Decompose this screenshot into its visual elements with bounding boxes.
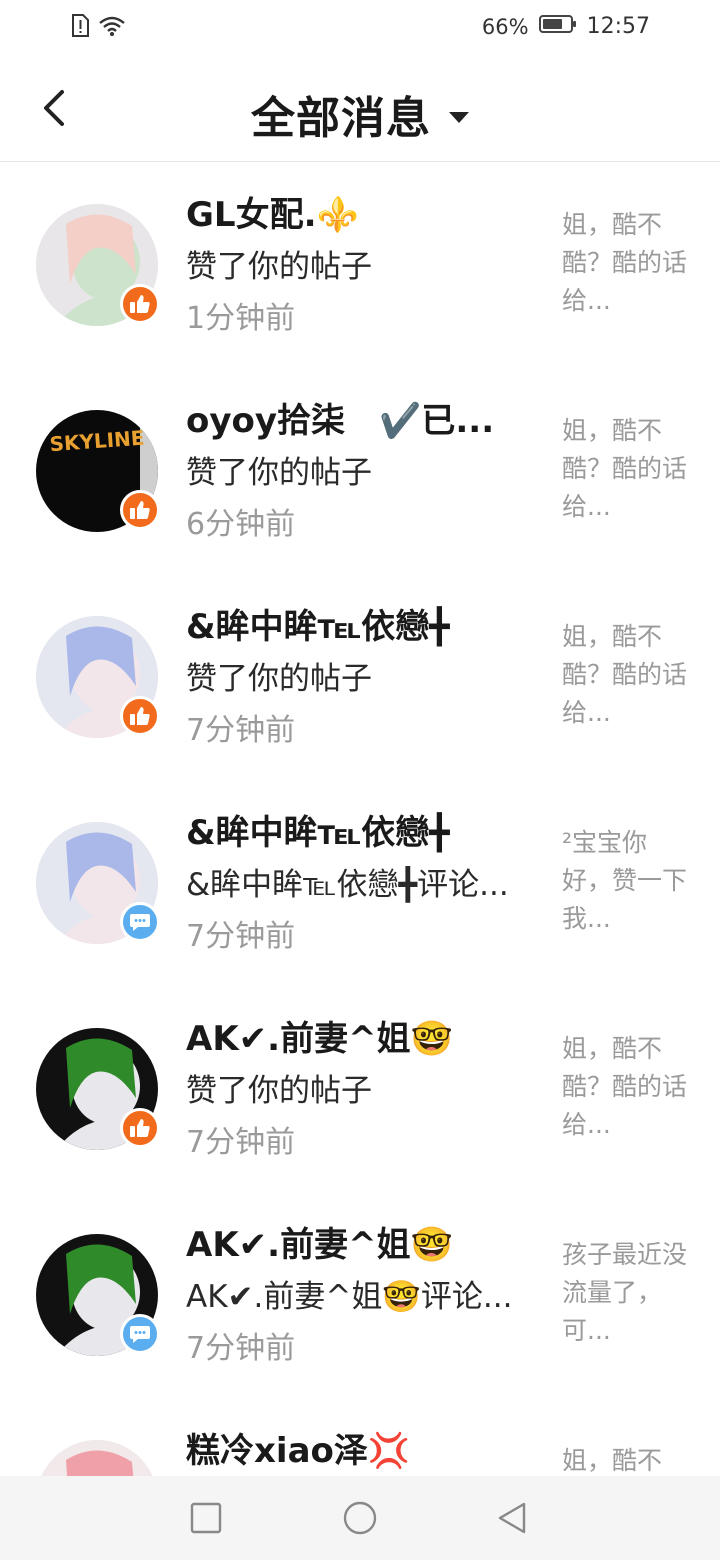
avatar-wrapper[interactable] <box>36 1028 160 1150</box>
sender-name[interactable]: AK✔.前妻^姐🤓 <box>186 1014 536 1064</box>
sender-name[interactable]: &眸中眸℡依戀╋ <box>186 808 536 858</box>
notification-type-badge <box>120 284 160 324</box>
notification-type-badge <box>120 490 160 530</box>
battery-percent: 66% <box>481 14 529 39</box>
sender-name[interactable]: 糕冷xiao泽💢 <box>186 1426 536 1476</box>
message-action: 赞了你的帖子 <box>186 661 372 697</box>
clock: 12:57 <box>586 14 650 39</box>
avatar-wrapper[interactable] <box>36 616 160 738</box>
recents-button[interactable] <box>186 1498 226 1538</box>
message-time: 7分钟前 <box>186 919 296 954</box>
status-bar: 66% 12:57 <box>0 0 720 56</box>
message-time: 7分钟前 <box>186 713 296 748</box>
comment-icon <box>130 1326 150 1343</box>
like-icon <box>130 707 150 725</box>
avatar-wrapper[interactable] <box>36 822 160 944</box>
notification-type-badge <box>120 902 160 942</box>
message-action: &眸中眸℡依戀╋评论... <box>186 867 509 903</box>
message-texts: GL女配.⚜️ 赞了你的帖子 1分钟前 <box>186 190 536 344</box>
sender-name[interactable]: AK✔.前妻^姐🤓 <box>186 1220 536 1270</box>
post-preview[interactable]: 姐，酷不 <box>562 1442 690 1476</box>
notification-type-badge <box>120 696 160 736</box>
post-preview[interactable]: 姐，酷不酷？酷的话给... <box>562 1030 690 1144</box>
message-action: 赞了你的帖子 <box>186 455 372 491</box>
home-button[interactable] <box>340 1498 380 1538</box>
message-texts: &眸中眸℡依戀╋ 赞了你的帖子 7分钟前 <box>186 602 536 756</box>
avatar-wrapper[interactable] <box>36 1234 160 1356</box>
message-list[interactable]: GL女配.⚜️ 赞了你的帖子 1分钟前 姐，酷不酷？酷的话给... SKYLIN… <box>0 162 720 1476</box>
message-time: 7分钟前 <box>186 1125 296 1160</box>
post-preview[interactable]: ²宝宝你好，赞一下我... <box>562 824 690 938</box>
comment-icon <box>130 914 150 931</box>
message-texts: &眸中眸℡依戀╋ &眸中眸℡依戀╋评论... 7分钟前 <box>186 808 536 962</box>
notification-type-badge <box>120 1108 160 1148</box>
avatar[interactable] <box>36 1440 158 1476</box>
message-texts: AK✔.前妻^姐🤓 赞了你的帖子 7分钟前 <box>186 1014 536 1168</box>
status-left <box>70 14 126 42</box>
message-texts: AK✔.前妻^姐🤓 AK✔.前妻^姐🤓评论... 7分钟前 <box>186 1220 536 1374</box>
message-action: AK✔.前妻^姐🤓评论... <box>186 1279 513 1315</box>
triangle-back-icon <box>498 1502 526 1534</box>
message-time: 6分钟前 <box>186 507 296 542</box>
sim-alert-icon <box>70 14 90 42</box>
post-preview[interactable]: 姐，酷不酷？酷的话给... <box>562 412 690 526</box>
message-action: 赞了你的帖子 <box>186 1073 372 1109</box>
message-row[interactable]: AK✔.前妻^姐🤓 AK✔.前妻^姐🤓评论... 7分钟前 孩子最近没流量了，可… <box>0 1192 720 1398</box>
circle-home-icon <box>343 1501 377 1535</box>
post-preview[interactable]: 孩子最近没流量了，可... <box>562 1236 690 1350</box>
sender-name[interactable]: oyoy拾柒 ✔️已... <box>186 396 536 446</box>
message-row[interactable]: AK✔.前妻^姐🤓 赞了你的帖子 7分钟前 姐，酷不酷？酷的话给... <box>0 986 720 1192</box>
message-row[interactable]: 糕冷xiao泽💢 姐，酷不 <box>0 1398 720 1476</box>
message-row[interactable]: GL女配.⚜️ 赞了你的帖子 1分钟前 姐，酷不酷？酷的话给... <box>0 162 720 368</box>
message-row[interactable]: &眸中眸℡依戀╋ &眸中眸℡依戀╋评论... 7分钟前 ²宝宝你好，赞一下我..… <box>0 780 720 986</box>
post-preview[interactable]: 姐，酷不酷？酷的话给... <box>562 206 690 320</box>
message-time: 7分钟前 <box>186 1331 296 1366</box>
message-row[interactable]: SKYLINE oyoy拾柒 ✔️已... 赞了你的帖子 6分钟前 姐，酷不酷？… <box>0 368 720 574</box>
message-time: 1分钟前 <box>186 301 296 336</box>
system-nav-bar <box>0 1476 720 1560</box>
nav-back-button[interactable] <box>492 1498 532 1538</box>
notification-type-badge <box>120 1314 160 1354</box>
post-preview[interactable]: 姐，酷不酷？酷的话给... <box>562 618 690 732</box>
battery-icon <box>538 14 577 39</box>
like-icon <box>130 501 150 519</box>
message-texts: 糕冷xiao泽💢 <box>186 1426 536 1476</box>
message-row[interactable]: &眸中眸℡依戀╋ 赞了你的帖子 7分钟前 姐，酷不酷？酷的话给... <box>0 574 720 780</box>
status-right: 66% 12:57 <box>482 14 650 39</box>
page-title: 全部消息 <box>251 93 431 144</box>
sender-name[interactable]: &眸中眸℡依戀╋ <box>186 602 536 652</box>
square-recents-icon <box>190 1502 222 1534</box>
header: 全部消息 <box>0 56 720 162</box>
caret-down-icon <box>449 111 469 123</box>
like-icon <box>130 295 150 313</box>
message-filter-dropdown[interactable]: 全部消息 <box>0 82 720 146</box>
avatar-wrapper[interactable]: SKYLINE <box>36 410 160 532</box>
wifi-icon <box>98 15 126 41</box>
message-texts: oyoy拾柒 ✔️已... 赞了你的帖子 6分钟前 <box>186 396 536 550</box>
avatar-wrapper[interactable] <box>36 204 160 326</box>
like-icon <box>130 1119 150 1137</box>
message-action: 赞了你的帖子 <box>186 249 372 285</box>
avatar-wrapper[interactable] <box>36 1440 158 1476</box>
sender-name[interactable]: GL女配.⚜️ <box>186 190 536 240</box>
